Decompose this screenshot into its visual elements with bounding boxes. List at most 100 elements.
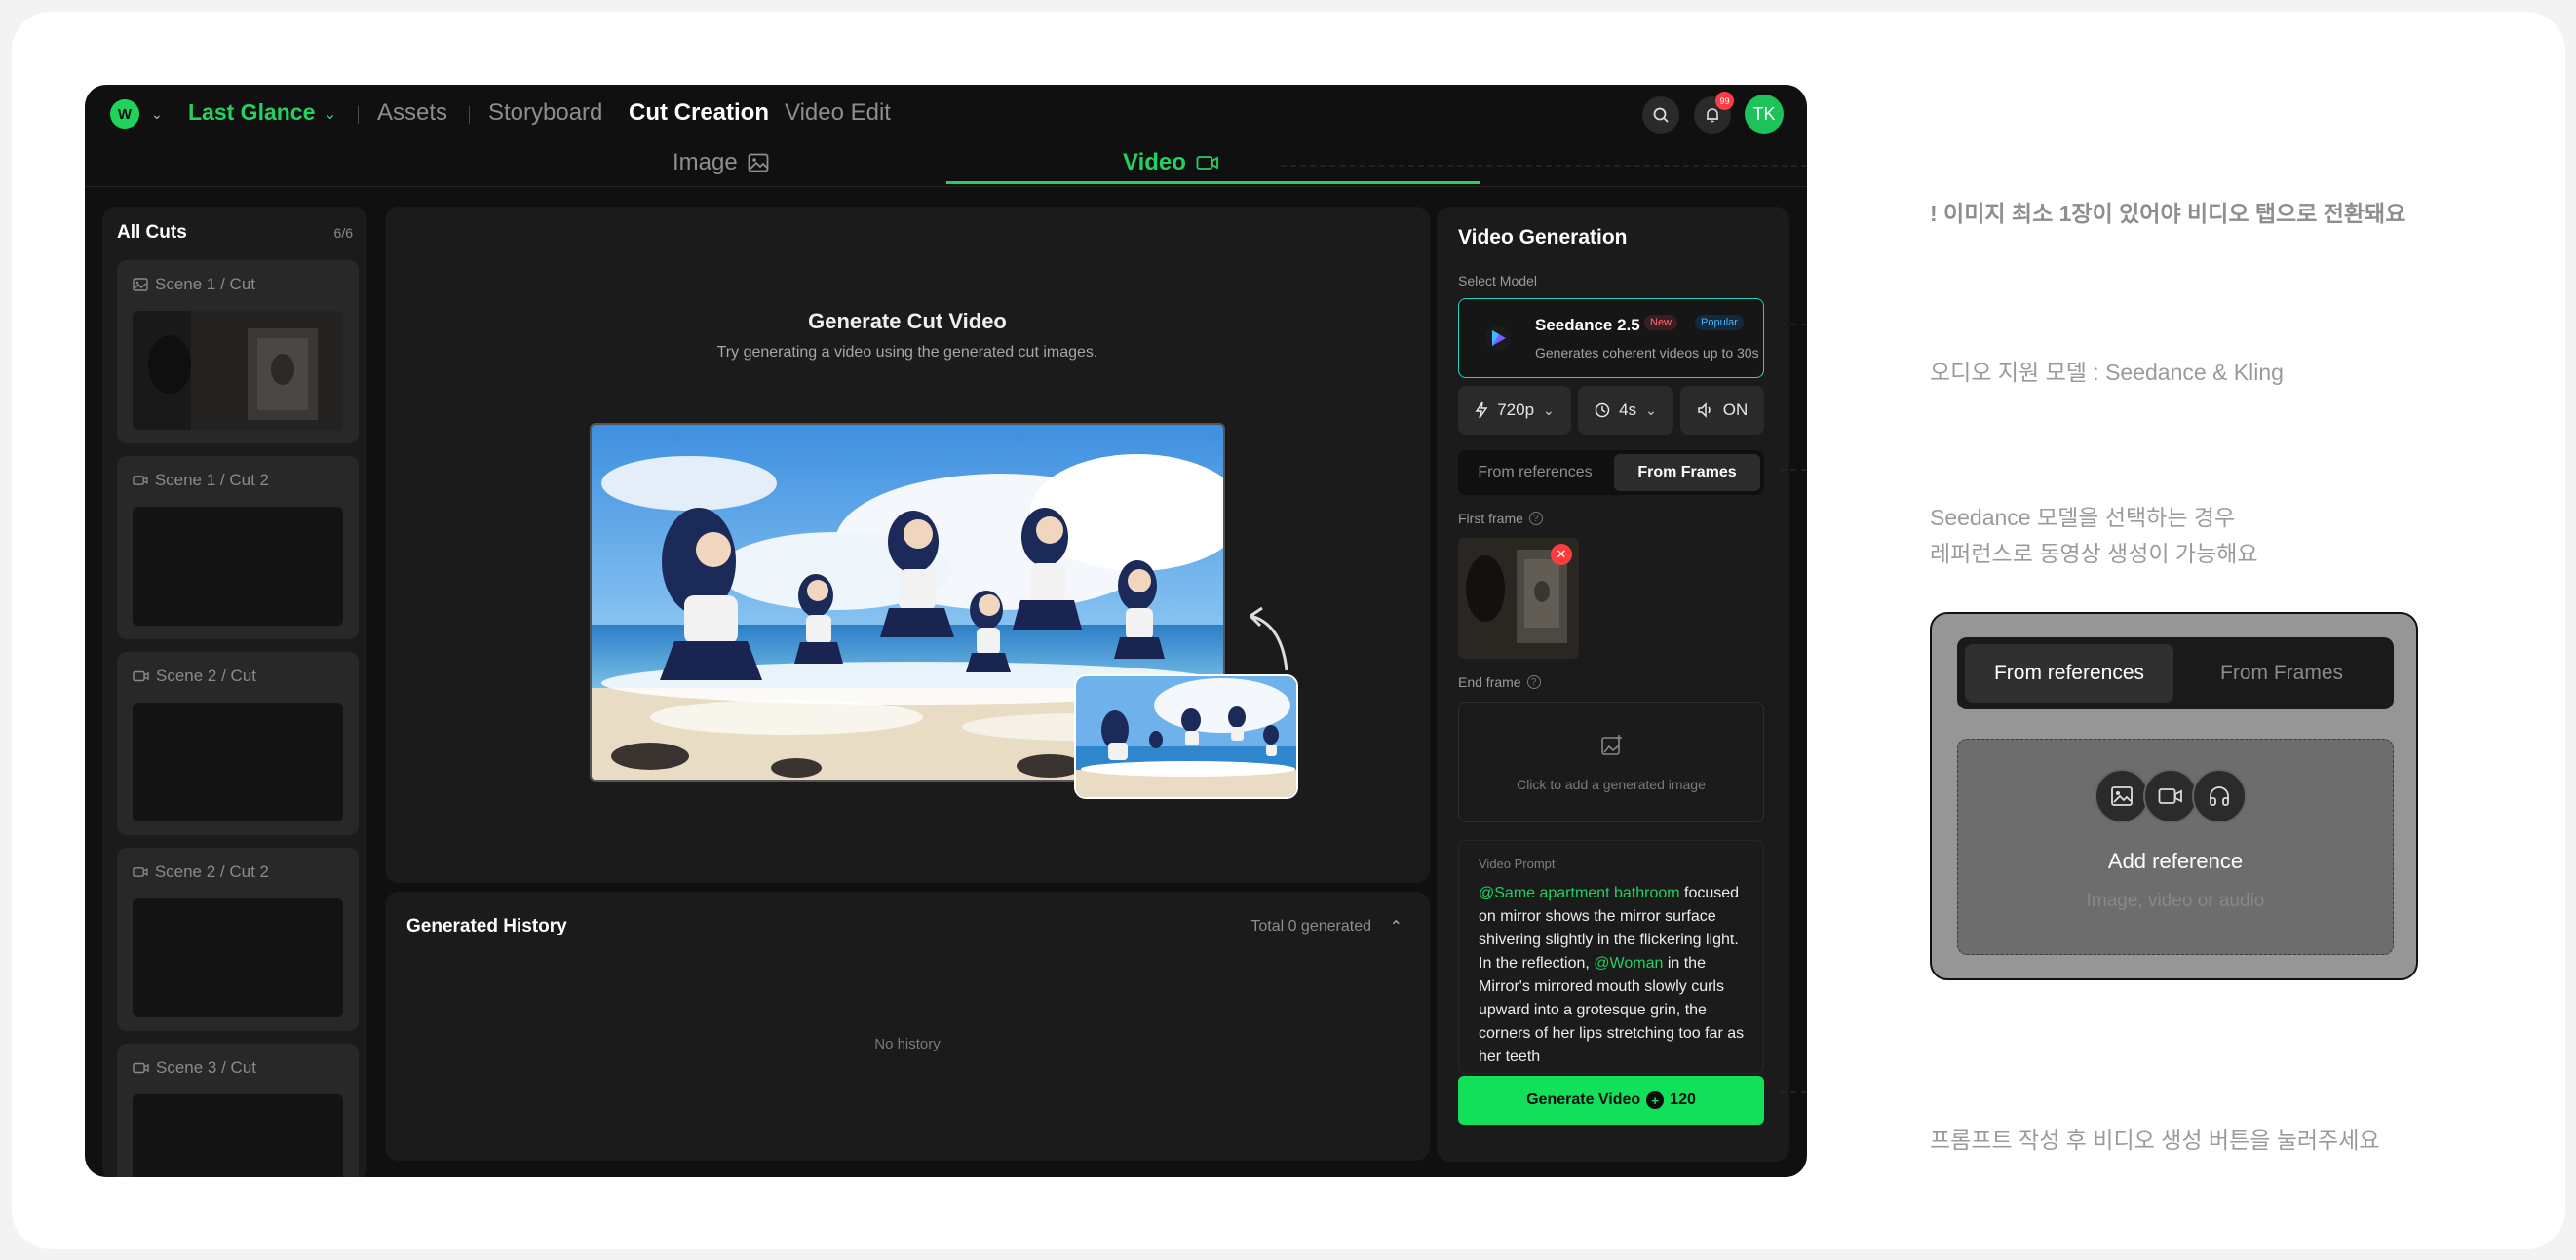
history-empty: No history (874, 1036, 941, 1052)
cut-card[interactable]: Scene 3 / Cut (117, 1044, 359, 1177)
tab-video-label: Video (1123, 149, 1186, 175)
add-image-icon (1601, 735, 1622, 755)
nav-assets[interactable]: Assets (377, 99, 447, 127)
nav-cut-creation[interactable]: Cut Creation (629, 99, 769, 127)
cut-label: Scene 2 / Cut (133, 667, 269, 686)
credit-icon: + (1646, 1091, 1665, 1109)
new-badge: New (1644, 315, 1678, 330)
tab-image-label: Image (673, 149, 738, 175)
cut-thumbnail (133, 311, 343, 430)
cut-label: Scene 3 / Cut (133, 1058, 269, 1078)
video-prompt-box[interactable]: Video Prompt @Same apartment bathroom fo… (1458, 840, 1764, 1074)
cut-thumbnail (133, 898, 343, 1017)
help-icon[interactable]: ? (1528, 512, 1543, 525)
chevron-down-icon[interactable]: ⌄ (151, 106, 163, 123)
model-selector[interactable]: Seedance 2.5 New Popular Generates coher… (1458, 298, 1764, 378)
video-prompt-text[interactable]: @Same apartment bathroom focused on mirr… (1479, 882, 1751, 1069)
video-icon (133, 670, 149, 682)
cut-card[interactable]: Scene 2 / Cut 2 (117, 848, 359, 1031)
nav-video-edit[interactable]: Video Edit (785, 99, 891, 127)
mock-segmented-control: From references From Frames (1957, 637, 2394, 709)
notification-badge: 99 (1715, 92, 1734, 110)
history-title: Generated History (406, 916, 567, 936)
annotation-seedance-line1: Seedance 모델을 선택하는 경우 (1930, 505, 2236, 530)
project-name[interactable]: Last Glance (188, 99, 315, 126)
app-logo[interactable]: W (110, 99, 139, 129)
divider (85, 186, 1807, 187)
mention-tag[interactable]: @Woman (1594, 955, 1663, 972)
clock-icon (1595, 402, 1610, 418)
generate-subtitle: Try generating a video using the generat… (716, 344, 1098, 361)
bolt-icon (1475, 401, 1488, 419)
video-icon (133, 867, 148, 877)
annotation-generate: 프롬프트 작성 후 비디오 생성 버튼을 눌러주세요 (1930, 1127, 2380, 1153)
search-button[interactable] (1642, 96, 1679, 134)
cut-thumbnail (133, 1094, 343, 1177)
video-generation-panel: Video Generation Select Model Seedance 2… (1437, 207, 1789, 1162)
chevron-down-icon[interactable]: ⌄ (324, 104, 336, 124)
connector-line (1780, 469, 1807, 471)
model-description: Generates coherent videos up to 30s (1535, 345, 1759, 361)
tab-from-frames[interactable]: From Frames (1614, 454, 1760, 491)
avatar[interactable]: TK (1745, 95, 1784, 134)
duration-select[interactable]: 4s ⌄ (1578, 386, 1673, 435)
audio-value: ON (1722, 401, 1749, 419)
mock-tab-from-frames[interactable]: From Frames (2177, 644, 2386, 703)
resolution-select[interactable]: 720p ⌄ (1458, 386, 1571, 435)
video-camera-icon (2143, 769, 2198, 823)
nav-divider (469, 106, 470, 124)
model-name: Seedance 2.5 (1535, 316, 1640, 334)
first-frame-label: First frame ? (1458, 511, 1543, 526)
first-frame-label-text: First frame (1458, 511, 1523, 526)
tab-from-references[interactable]: From references (1462, 454, 1608, 491)
connector-line (1780, 1091, 1807, 1093)
app-window: W ⌄ Last Glance ⌄ Assets Storyboard Cut … (85, 85, 1807, 1177)
cut-card[interactable]: Scene 1 / Cut 2 (117, 456, 359, 639)
cut-label: Scene 1 / Cut 2 (133, 471, 269, 490)
video-camera-icon (1196, 156, 1218, 170)
chevron-down-icon: ⌄ (1543, 401, 1555, 418)
add-reference-subtitle: Image, video or audio (2086, 891, 2265, 911)
end-frame-dropzone[interactable]: Click to add a generated image (1458, 702, 1764, 822)
image-icon (133, 278, 148, 291)
cut-card[interactable]: Scene 1 / Cut (117, 260, 359, 443)
mock-tab-from-references[interactable]: From references (1965, 644, 2173, 703)
example-thumbnail (1074, 674, 1298, 799)
chevron-up-icon[interactable]: ⌃ (1390, 917, 1403, 936)
bell-icon (1707, 108, 1718, 123)
model-logo-icon (1485, 325, 1511, 351)
popular-badge: Popular (1695, 315, 1744, 330)
speaker-icon (1698, 402, 1711, 418)
end-frame-label-text: End frame (1458, 674, 1521, 690)
active-tab-indicator (946, 181, 1480, 184)
select-model-label: Select Model (1458, 273, 1537, 288)
generate-panel: Generate Cut Video Try generating a vide… (385, 207, 1430, 883)
cuts-count: 6/6 (333, 225, 353, 241)
image-icon (2095, 769, 2149, 823)
tab-video[interactable]: Video (1123, 149, 1219, 176)
remove-first-frame-button[interactable]: ✕ (1551, 544, 1572, 565)
video-generation-title: Video Generation (1458, 226, 1628, 248)
cut-label-text: Scene 1 / Cut 2 (154, 471, 269, 489)
cut-thumbnail (133, 507, 343, 626)
mention-tag[interactable]: @Same apartment bathroom (1479, 885, 1680, 901)
cut-card[interactable]: Scene 2 / Cut (117, 652, 359, 835)
references-mockup: From references From Frames Add referenc… (1930, 612, 2418, 980)
annotation-audio-models: 오디오 지원 모델 : Seedance & Kling (1930, 360, 2284, 385)
add-reference-title: Add reference (2107, 849, 2244, 873)
resolution-value: 720p (1497, 401, 1535, 419)
cut-thumbnail (133, 703, 343, 821)
generate-video-button[interactable]: Generate Video + 120 (1458, 1076, 1764, 1125)
image-icon (748, 153, 769, 172)
audio-toggle[interactable]: ON (1680, 386, 1764, 435)
generate-title: Generate Cut Video (808, 309, 1007, 333)
add-reference-dropzone[interactable]: Add reference Image, video or audio (1957, 739, 2394, 955)
nav-divider (358, 106, 359, 124)
connector-line (1281, 165, 1807, 167)
nav-storyboard[interactable]: Storyboard (488, 99, 602, 127)
duration-value: 4s (1619, 401, 1637, 419)
help-icon[interactable]: ? (1526, 675, 1541, 689)
video-icon (133, 476, 148, 485)
tab-image[interactable]: Image (673, 149, 769, 176)
source-segmented-control: From references From Frames (1458, 450, 1764, 495)
